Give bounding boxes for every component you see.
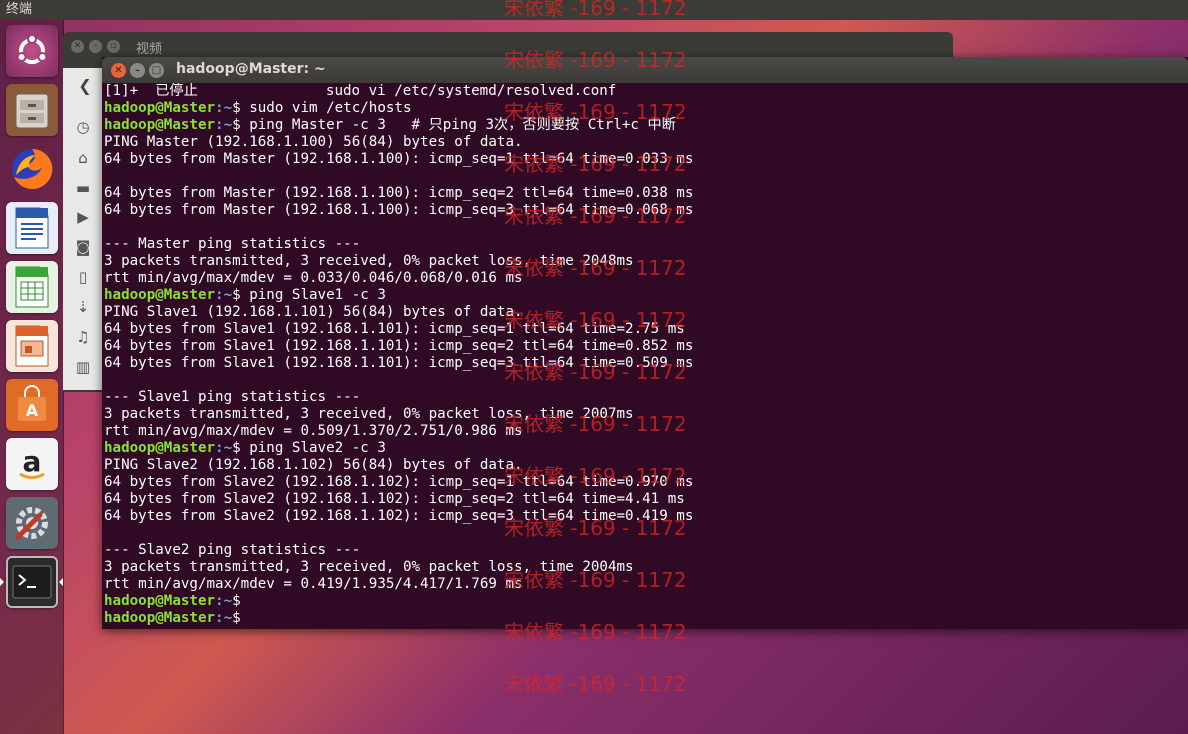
command-text: sudo vim /etc/hosts bbox=[240, 100, 412, 116]
launcher: A a bbox=[0, 20, 64, 734]
prompt-user: hadoop@Master bbox=[104, 440, 216, 456]
ubuntu-logo-icon bbox=[16, 34, 48, 64]
music-icon[interactable]: ♫ bbox=[72, 326, 94, 348]
watermark-text: 宋依繁 -169 - 1172 bbox=[504, 568, 687, 592]
terminal-window[interactable]: ✕ – □ hadoop@Master: ~ [1]+ 已停止 sudo vi … bbox=[102, 57, 1188, 629]
video-icon[interactable]: ▶ bbox=[72, 206, 94, 228]
launcher-ubuntu-dash[interactable] bbox=[6, 25, 58, 77]
terminal-output-line: 64 bytes from Slave1 (192.168.1.101): ic… bbox=[104, 338, 694, 354]
prompt-user: hadoop@Master bbox=[104, 287, 216, 303]
watermark-text: 宋依繁 -169 - 1172 bbox=[504, 100, 687, 124]
prompt-user: hadoop@Master bbox=[104, 100, 216, 116]
launcher-writer[interactable] bbox=[6, 202, 58, 254]
watermark-text: 宋依繁 -169 - 1172 bbox=[504, 308, 687, 332]
firefox-icon bbox=[12, 148, 53, 189]
terminal-output-line: 64 bytes from Slave2 (192.168.1.102): ic… bbox=[104, 491, 685, 507]
document-icon[interactable]: ▯ bbox=[72, 266, 94, 288]
watermark-text: 宋依繁 -169 - 1172 bbox=[504, 360, 687, 384]
clock-icon[interactable]: ◷ bbox=[72, 116, 94, 138]
command-text: ping Slave2 -c 3 bbox=[240, 440, 386, 456]
calc-spreadsheet-icon bbox=[15, 266, 49, 308]
svg-text:A: A bbox=[26, 401, 39, 420]
terminal-icon bbox=[12, 565, 52, 599]
prompt-path: :~ bbox=[215, 610, 233, 626]
prompt-user: hadoop@Master bbox=[104, 117, 216, 133]
bg-window-title: 视频 bbox=[136, 42, 163, 57]
launcher-firefox[interactable] bbox=[6, 143, 58, 195]
close-button[interactable]: ✕ bbox=[111, 63, 126, 78]
maximize-button[interactable]: □ bbox=[149, 63, 164, 78]
watermark-text: 宋依繁 -169 - 1172 bbox=[504, 48, 687, 72]
terminal-title: hadoop@Master: ~ bbox=[176, 61, 326, 77]
watermark-text: 宋依繁 -169 - 1172 bbox=[504, 256, 687, 280]
prompt-path: :~ bbox=[215, 440, 233, 456]
bg-maximize-button[interactable]: ▫ bbox=[107, 40, 120, 53]
launcher-calc[interactable] bbox=[6, 261, 58, 313]
app-title: 终端 bbox=[6, 2, 33, 17]
bg-minimize-button[interactable]: – bbox=[89, 40, 102, 53]
prompt-path: :~ bbox=[215, 117, 233, 133]
watermark-text: 宋依繁 -169 - 1172 bbox=[504, 464, 687, 488]
file-cabinet-icon bbox=[15, 93, 49, 129]
watermark-text: 宋依繁 -169 - 1172 bbox=[504, 672, 687, 696]
prompt-user: hadoop@Master bbox=[104, 593, 216, 609]
launcher-software-center[interactable]: A bbox=[6, 379, 58, 431]
active-app-indicator-right bbox=[59, 578, 63, 586]
minimize-button[interactable]: – bbox=[130, 63, 145, 78]
launcher-terminal[interactable] bbox=[6, 556, 58, 608]
active-app-indicator-left bbox=[0, 578, 4, 586]
watermark-text: 宋依繁 -169 - 1172 bbox=[504, 152, 687, 176]
trash-icon[interactable]: ▥ bbox=[72, 356, 94, 378]
svg-text:a: a bbox=[23, 445, 42, 478]
amazon-icon: a bbox=[19, 445, 45, 479]
watermark-text: 宋依繁 -169 - 1172 bbox=[504, 0, 687, 20]
watermark-text: 宋依繁 -169 - 1172 bbox=[504, 204, 687, 228]
terminal-output-line: --- Master ping statistics --- bbox=[104, 236, 361, 252]
writer-document-icon bbox=[15, 207, 49, 249]
prompt-symbol: $ bbox=[232, 593, 241, 609]
bg-window-sidebar: ❮ ◷ ⌂ ▬ ▶ ◙ ▯ ⇣ ♫ ▥ bbox=[63, 68, 103, 390]
download-icon[interactable]: ⇣ bbox=[72, 296, 94, 318]
camera-icon[interactable]: ◙ bbox=[72, 236, 94, 258]
bg-close-button[interactable]: ✕ bbox=[71, 40, 84, 53]
prompt-path: :~ bbox=[215, 100, 233, 116]
launcher-settings[interactable] bbox=[6, 497, 58, 549]
launcher-files[interactable] bbox=[6, 84, 58, 136]
home-icon[interactable]: ⌂ bbox=[72, 147, 94, 169]
prompt-path: :~ bbox=[215, 593, 233, 609]
terminal-output-line: --- Slave1 ping statistics --- bbox=[104, 389, 361, 405]
prompt-symbol: $ bbox=[232, 117, 241, 133]
shopping-bag-icon: A bbox=[18, 385, 46, 421]
terminal-command-line: hadoop@Master:~$ bbox=[104, 593, 1184, 610]
settings-wrench-icon bbox=[15, 507, 48, 540]
folder-icon[interactable]: ▬ bbox=[72, 177, 94, 199]
watermark-text: 宋依繁 -169 - 1172 bbox=[504, 516, 687, 540]
prompt-symbol: $ bbox=[232, 287, 241, 303]
prompt-symbol: $ bbox=[232, 610, 241, 626]
watermark-text: 宋依繁 -169 - 1172 bbox=[504, 620, 687, 644]
impress-presentation-icon bbox=[15, 325, 49, 367]
prompt-user: hadoop@Master bbox=[104, 610, 216, 626]
launcher-amazon[interactable]: a bbox=[6, 438, 58, 490]
prompt-symbol: $ bbox=[232, 100, 241, 116]
terminal-output-line: --- Slave2 ping statistics --- bbox=[104, 542, 361, 558]
prompt-symbol: $ bbox=[232, 440, 241, 456]
command-text: ping Slave1 -c 3 bbox=[240, 287, 386, 303]
watermark-text: 宋依繁 -169 - 1172 bbox=[504, 412, 687, 436]
launcher-impress[interactable] bbox=[6, 320, 58, 372]
back-arrow-icon[interactable]: ❮ bbox=[71, 72, 99, 100]
terminal-command-line: hadoop@Master:~$ ping Slave1 -c 3 bbox=[104, 287, 1184, 304]
prompt-path: :~ bbox=[215, 287, 233, 303]
terminal-command-line: hadoop@Master:~$ ping Slave2 -c 3 bbox=[104, 440, 1184, 457]
